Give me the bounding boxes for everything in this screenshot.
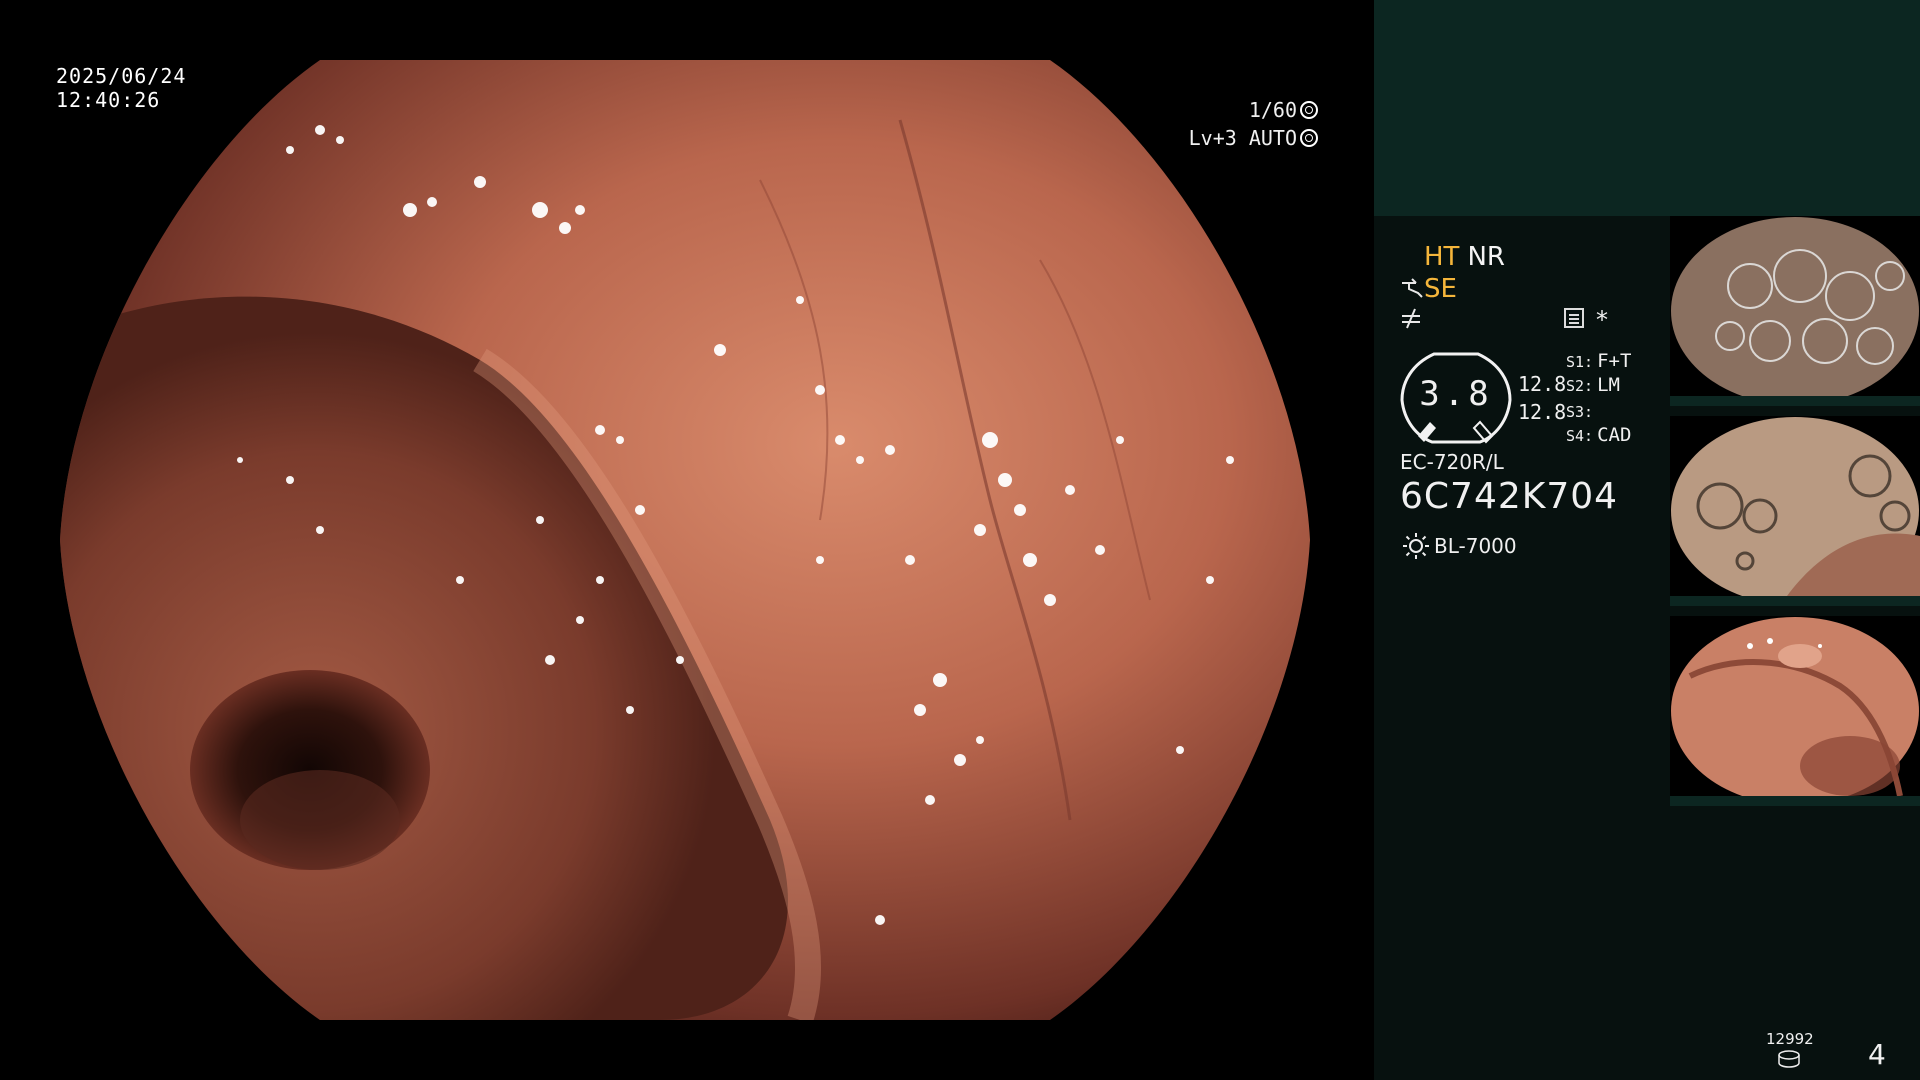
panel-header-block xyxy=(1374,0,1920,216)
endoscope-live-view xyxy=(60,60,1310,1020)
light-source-model: BL-7000 xyxy=(1434,534,1517,558)
scope-hook-icon xyxy=(1402,278,1423,298)
switch-s4-value: CAD xyxy=(1597,424,1632,446)
switch-s1-value: F+T xyxy=(1597,350,1632,372)
zoom-value: 3.8 xyxy=(1419,374,1493,414)
thumbnail-image-3 xyxy=(1670,617,1920,806)
settings-list-icon xyxy=(1564,308,1584,328)
switch-s1-key: S1: xyxy=(1566,353,1594,371)
light-source-icon xyxy=(1403,533,1429,559)
scope-model: EC-720R/L xyxy=(1400,450,1504,474)
switch-s3: S3: xyxy=(1566,400,1597,422)
exam-date: 2025/06/24 xyxy=(56,64,187,88)
asterisk-marker: * xyxy=(1596,306,1608,334)
image-mode-row: HT NR xyxy=(1424,242,1513,272)
se-mode: SE xyxy=(1424,274,1457,304)
thumbnail-image-2 xyxy=(1670,417,1920,606)
shutter-icon xyxy=(1300,101,1318,119)
switch-s2: S2: LM xyxy=(1566,374,1620,396)
thumbnail-image-1 xyxy=(1670,217,1920,406)
thumbnail-bubbles-fold[interactable] xyxy=(1670,416,1920,606)
exposure-level-value: Lv+3 AUTO xyxy=(1188,126,1297,150)
info-panel: HT NR SE * 3.8 12.8 12.8 S1: F+T S2: LM S3:… xyxy=(1374,0,1920,1080)
exposure-level-readout: Lv+3 AUTO xyxy=(1189,126,1318,150)
auto-exposure-icon xyxy=(1300,129,1318,147)
not-equal-icon xyxy=(1402,308,1420,329)
page-number: 4 xyxy=(1868,1038,1886,1071)
thumbnail-colon-wall[interactable] xyxy=(1670,616,1920,806)
exam-time: 12:40:26 xyxy=(56,88,161,112)
gauge-reading-2: 12.8 xyxy=(1518,400,1567,424)
ht-mode: HT xyxy=(1424,242,1460,272)
enhance-indicator xyxy=(1400,306,1422,336)
switch-s1: S1: F+T xyxy=(1566,350,1631,372)
scope-serial-number: 6C742K704 xyxy=(1400,476,1619,517)
switch-s3-key: S3: xyxy=(1566,403,1594,421)
switch-s4-key: S4: xyxy=(1566,427,1594,445)
thumbnail-bubbles[interactable] xyxy=(1670,216,1920,406)
endoscope-image xyxy=(60,60,1310,1020)
storage-image-count: 12992 xyxy=(1766,1030,1814,1048)
storage-disk-icon xyxy=(1778,1050,1800,1068)
switch-s2-key: S2: xyxy=(1566,377,1594,395)
shutter-speed-readout: 1/60 xyxy=(1249,98,1318,122)
switch-s4: S4: CAD xyxy=(1566,424,1631,446)
shutter-speed-value: 1/60 xyxy=(1248,98,1297,122)
nr-mode: NR xyxy=(1467,242,1505,272)
gauge-reading-1: 12.8 xyxy=(1518,372,1567,396)
structure-enhance-row: SE xyxy=(1400,274,1457,304)
switch-s2-value: LM xyxy=(1597,374,1620,396)
